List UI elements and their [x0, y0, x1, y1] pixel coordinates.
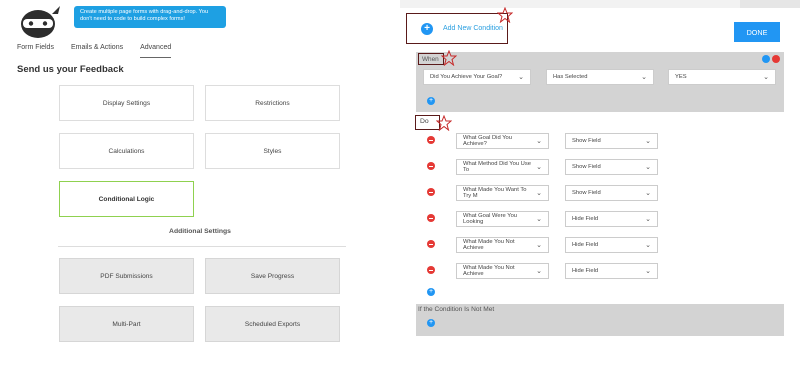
when-field-select[interactable]: Did You Achieve Your Goal? ⌄ — [423, 69, 531, 85]
select-value: Did You Achieve Your Goal? — [430, 74, 503, 80]
when-operator-select[interactable]: Has Selected ⌄ — [546, 69, 654, 85]
remove-action-icon[interactable] — [427, 240, 435, 248]
do-action-select[interactable]: Show Field ⌄ — [565, 159, 658, 175]
card-label: Styles — [263, 147, 282, 155]
card-label: Save Progress — [250, 272, 295, 280]
remove-condition-icon[interactable] — [772, 55, 780, 63]
do-action-select[interactable]: Hide Field ⌄ — [565, 211, 658, 227]
add-when-condition-icon[interactable]: + — [427, 97, 435, 105]
do-field-select[interactable]: What Goal Did You Achieve? ⌄ — [456, 133, 549, 149]
collapse-icon[interactable] — [762, 55, 770, 63]
when-value-select[interactable]: YES ⌄ — [668, 69, 776, 85]
do-action-select[interactable]: Show Field ⌄ — [565, 133, 658, 149]
chevron-down-icon: ⌄ — [763, 74, 769, 81]
add-action-icon[interactable]: + — [427, 288, 435, 296]
save-progress-card[interactable]: Save Progress — [205, 258, 340, 294]
remove-action-icon[interactable] — [427, 162, 435, 170]
promo-tooltip: Create multiple page forms with drag-and… — [74, 6, 226, 28]
do-field-select[interactable]: What Made You Want To Try M ⌄ — [456, 185, 549, 201]
select-value: Show Field — [572, 190, 601, 196]
chevron-down-icon: ⌄ — [645, 164, 651, 171]
builder-tabs: Form Fields Emails & Actions Advanced — [17, 44, 172, 58]
chevron-down-icon: ⌄ — [536, 138, 542, 145]
remove-action-icon[interactable] — [427, 136, 435, 144]
chevron-down-icon: ⌄ — [536, 216, 542, 223]
select-value: Hide Field — [572, 242, 599, 248]
remove-action-icon[interactable] — [427, 188, 435, 196]
conditional-logic-card[interactable]: Conditional Logic — [59, 181, 194, 217]
card-label: Restrictions — [255, 99, 290, 107]
tab-emails-actions[interactable]: Emails & Actions — [71, 44, 123, 58]
chevron-down-icon: ⌄ — [645, 268, 651, 275]
display-settings-card[interactable]: Display Settings — [59, 85, 194, 121]
topbar-fill — [400, 0, 740, 8]
scheduled-exports-card[interactable]: Scheduled Exports — [205, 306, 340, 342]
card-label: Conditional Logic — [98, 195, 155, 203]
chevron-down-icon: ⌄ — [645, 242, 651, 249]
when-controls — [762, 55, 780, 63]
chevron-down-icon: ⌄ — [641, 74, 647, 81]
ninja-logo-icon — [21, 6, 60, 38]
do-field-select[interactable]: What Made You Not Achieve ⌄ — [456, 237, 549, 253]
plus-icon: + — [421, 22, 433, 35]
divider — [58, 246, 346, 247]
multi-part-card[interactable]: Multi-Part — [59, 306, 194, 342]
select-value: Has Selected — [553, 74, 588, 80]
card-label: Display Settings — [102, 99, 151, 107]
add-condition-label: Add New Condition — [443, 25, 503, 32]
select-value: Hide Field — [572, 268, 599, 274]
page: Create multiple page forms with drag-and… — [0, 0, 800, 370]
select-value: What Made You Not Achieve — [463, 239, 515, 251]
select-value: Hide Field — [572, 216, 599, 222]
do-field-select[interactable]: What Method Did You Use To ⌄ — [456, 159, 549, 175]
tab-form-fields[interactable]: Form Fields — [17, 44, 54, 58]
select-value: What Method Did You Use To — [463, 161, 531, 173]
star-marker-icon — [441, 50, 457, 66]
restrictions-card[interactable]: Restrictions — [205, 85, 340, 121]
add-new-condition-button[interactable]: + Add New Condition — [406, 13, 508, 44]
star-marker-icon — [436, 115, 452, 131]
pdf-submissions-card[interactable]: PDF Submissions — [59, 258, 194, 294]
card-label: Multi-Part — [112, 320, 141, 328]
chevron-down-icon: ⌄ — [645, 138, 651, 145]
chevron-down-icon: ⌄ — [645, 216, 651, 223]
select-value: What Goal Did You Achieve? — [463, 135, 512, 147]
do-field-select[interactable]: What Goal Were You Looking ⌄ — [456, 211, 549, 227]
chevron-down-icon: ⌄ — [536, 190, 542, 197]
tab-advanced[interactable]: Advanced — [140, 44, 172, 58]
remove-action-icon[interactable] — [427, 214, 435, 222]
star-marker-icon — [497, 7, 513, 23]
card-label: Scheduled Exports — [244, 320, 301, 328]
remove-action-icon[interactable] — [427, 266, 435, 274]
right-topbar — [400, 0, 800, 8]
select-value: What Goal Were You Looking — [463, 213, 518, 225]
else-label: If the Condition Is Not Met — [418, 306, 495, 313]
select-value: Show Field — [572, 138, 601, 144]
form-title: Send us your Feedback — [17, 64, 124, 75]
do-action-select[interactable]: Hide Field ⌄ — [565, 237, 658, 253]
calculations-card[interactable]: Calculations — [59, 133, 194, 169]
select-value: Show Field — [572, 164, 601, 170]
chevron-down-icon: ⌄ — [536, 164, 542, 171]
done-button[interactable]: DONE — [734, 22, 780, 42]
select-value: What Made You Want To Try M — [463, 187, 527, 199]
chevron-down-icon: ⌄ — [518, 74, 524, 81]
additional-settings-heading: Additional Settings — [169, 228, 231, 235]
chevron-down-icon: ⌄ — [536, 242, 542, 249]
card-label: Calculations — [108, 147, 145, 155]
select-value: What Made You Not Achieve — [463, 265, 515, 277]
do-action-select[interactable]: Show Field ⌄ — [565, 185, 658, 201]
card-label: PDF Submissions — [100, 272, 153, 280]
chevron-down-icon: ⌄ — [645, 190, 651, 197]
select-value: YES — [675, 74, 687, 80]
do-action-select[interactable]: Hide Field ⌄ — [565, 263, 658, 279]
styles-card[interactable]: Styles — [205, 133, 340, 169]
do-field-select[interactable]: What Made You Not Achieve ⌄ — [456, 263, 549, 279]
add-else-action-icon[interactable]: + — [427, 319, 435, 327]
chevron-down-icon: ⌄ — [536, 268, 542, 275]
